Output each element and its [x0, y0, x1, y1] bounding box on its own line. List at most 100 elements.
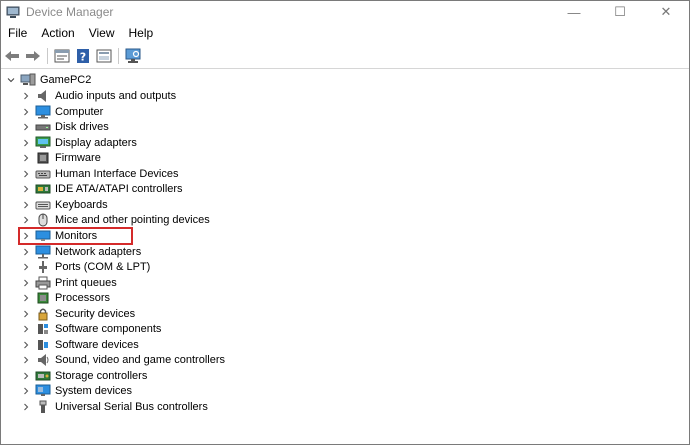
toolbar: ? — [1, 43, 689, 68]
device-manager-window: Device Manager — ☐ ✕ File Action View He… — [0, 0, 690, 445]
tree-item-processor[interactable]: Processors — [20, 290, 110, 306]
software-component-icon — [35, 322, 51, 336]
tree-item-label: Disk drives — [55, 121, 109, 134]
chevron-right-icon[interactable] — [20, 104, 32, 120]
tree-item-computer[interactable]: Computer — [20, 104, 103, 120]
chevron-right-icon[interactable] — [20, 290, 32, 306]
tree-item-label: Audio inputs and outputs — [55, 90, 177, 102]
mouse-icon — [35, 213, 51, 227]
chevron-right-icon[interactable] — [20, 337, 32, 353]
tree-item-label: Storage controllers — [55, 369, 148, 382]
chevron-right-icon[interactable] — [20, 150, 32, 166]
scan-hardware-icon[interactable] — [124, 47, 142, 65]
menu-bar: File Action View Help — [1, 23, 689, 43]
tree-item-label: Software components — [55, 323, 162, 336]
tree-item-label: Sound, video and game controllers — [55, 354, 225, 367]
tree-item-label: IDE ATA/ATAPI controllers — [55, 183, 183, 196]
chevron-right-icon[interactable] — [20, 383, 32, 399]
tree-item-hid[interactable]: Human Interface Devices — [20, 166, 179, 182]
chevron-right-icon[interactable] — [20, 135, 32, 151]
tree-item-label: Network adapters — [55, 245, 142, 258]
tree-item-software-device[interactable]: Software devices — [20, 337, 139, 353]
usb-icon — [35, 400, 51, 414]
tree-item-keyboard[interactable]: Keyboards — [20, 197, 108, 213]
chevron-right-icon[interactable] — [20, 197, 32, 213]
firmware-icon — [35, 151, 51, 165]
back-icon[interactable] — [3, 47, 21, 65]
forward-icon[interactable] — [24, 47, 42, 65]
chevron-right-icon[interactable] — [20, 259, 32, 275]
properties-icon[interactable] — [53, 47, 71, 65]
chevron-down-icon[interactable] — [5, 72, 17, 88]
printer-icon — [35, 276, 51, 290]
chevron-right-icon[interactable] — [20, 306, 32, 322]
minimize-button[interactable]: — — [551, 1, 597, 23]
computer-root-icon — [20, 73, 36, 87]
device-manager-app-icon — [6, 6, 20, 18]
menu-file[interactable]: File — [1, 26, 34, 40]
close-button[interactable]: ✕ — [643, 1, 689, 23]
tree-item-ide-controller[interactable]: IDE ATA/ATAPI controllers — [20, 181, 183, 197]
storage-controller-icon — [35, 369, 51, 383]
menu-action[interactable]: Action — [34, 26, 81, 40]
chevron-right-icon[interactable] — [20, 181, 32, 197]
tree-item-printer[interactable]: Print queues — [20, 275, 117, 291]
tree-item-usb[interactable]: Universal Serial Bus controllers — [20, 399, 208, 415]
processor-icon — [35, 291, 51, 305]
chevron-right-icon[interactable] — [20, 368, 32, 384]
chevron-right-icon[interactable] — [20, 88, 32, 104]
chevron-right-icon[interactable] — [20, 212, 32, 228]
tree-item-label: Keyboards — [55, 198, 108, 211]
menu-help[interactable]: Help — [122, 26, 161, 40]
tree-item-label: Display adapters — [55, 136, 137, 149]
tree-root[interactable]: GamePC2 — [5, 72, 91, 88]
tree-item-network-adapter[interactable]: Network adapters — [20, 244, 141, 260]
device-tree-pane[interactable]: GamePC2 Audio inputs and outputs Computer… — [1, 68, 689, 444]
software-device-icon — [35, 338, 51, 352]
system-device-icon — [35, 384, 51, 398]
update-driver-icon[interactable] — [95, 47, 113, 65]
window-title: Device Manager — [26, 5, 114, 19]
menu-view[interactable]: View — [82, 26, 122, 40]
chevron-right-icon[interactable] — [20, 244, 32, 260]
hid-icon — [35, 167, 51, 181]
computer-icon — [35, 105, 51, 119]
speaker-icon — [35, 89, 51, 103]
chevron-right-icon[interactable] — [20, 119, 32, 135]
ide-controller-icon — [35, 182, 51, 196]
chevron-right-icon[interactable] — [20, 321, 32, 337]
tree-item-software-component[interactable]: Software components — [20, 321, 161, 337]
tree-item-port[interactable]: Ports (COM & LPT) — [20, 259, 150, 275]
tree-item-label: Processors — [55, 292, 111, 305]
tree-item-label: Firmware — [55, 152, 101, 165]
toolbar-separator — [47, 47, 48, 64]
tree-item-label: Computer — [55, 105, 104, 118]
tree-item-disk-drive[interactable]: Disk drives — [20, 119, 109, 135]
port-icon — [35, 260, 51, 274]
tree-item-display-adapter[interactable]: Display adapters — [20, 135, 137, 151]
chevron-right-icon[interactable] — [20, 275, 32, 291]
svg-text:?: ? — [80, 50, 86, 63]
tree-item-mouse[interactable]: Mice and other pointing devices — [20, 212, 210, 228]
sound-controller-icon — [35, 353, 51, 367]
tree-item-label: Universal Serial Bus controllers — [55, 401, 208, 413]
chevron-right-icon[interactable] — [20, 352, 32, 368]
tree-item-storage-controller[interactable]: Storage controllers — [20, 368, 147, 384]
tree-item-security-device[interactable]: Security devices — [20, 306, 135, 322]
maximize-button[interactable]: ☐ — [597, 1, 643, 23]
tree-item-label: Software devices — [55, 338, 139, 351]
tree-item-label: Security devices — [55, 307, 136, 320]
help-icon[interactable]: ? — [74, 47, 92, 65]
tree-item-label: Ports (COM & LPT) — [55, 261, 151, 274]
chevron-right-icon[interactable] — [20, 166, 32, 182]
tree-item-sound-controller[interactable]: Sound, video and game controllers — [20, 352, 225, 368]
tree-item-label: Mice and other pointing devices — [55, 214, 210, 227]
disk-drive-icon — [35, 120, 51, 134]
tree-item-firmware[interactable]: Firmware — [20, 150, 101, 166]
title-bar[interactable]: Device Manager — ☐ ✕ — [1, 1, 689, 23]
tree-item-system-device[interactable]: System devices — [20, 383, 132, 399]
tree-item-label: System devices — [55, 385, 133, 398]
chevron-right-icon[interactable] — [20, 399, 32, 415]
tree-item-label: Print queues — [55, 276, 117, 289]
tree-item-speaker[interactable]: Audio inputs and outputs — [20, 88, 176, 104]
